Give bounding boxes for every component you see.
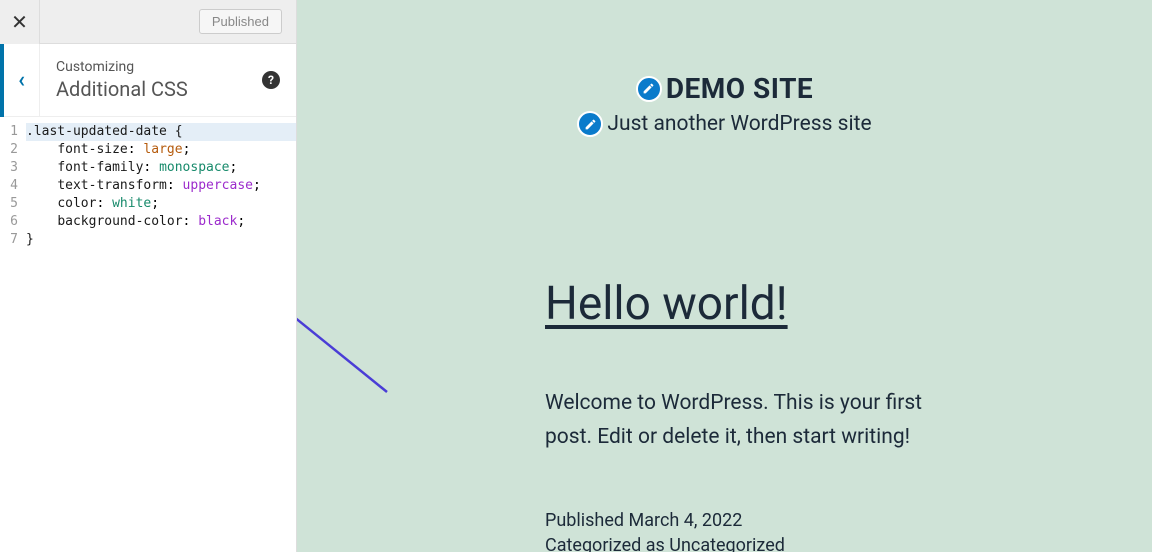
site-title[interactable]: DEMO SITE [666, 72, 813, 105]
line-number: 7 [0, 231, 18, 249]
category-line: Categorized as Uncategorized [545, 535, 937, 552]
section-name: Additional CSS [56, 77, 262, 101]
code-line[interactable]: text-transform: uppercase; [26, 177, 296, 195]
line-number: 3 [0, 159, 18, 177]
site-preview: DEMO SITE Just another WordPress site He… [297, 0, 1152, 552]
help-button[interactable]: ? [262, 71, 280, 89]
code-line[interactable]: background-color: black; [26, 213, 296, 231]
section-titles: Customizing Additional CSS [40, 59, 262, 101]
published-date: March 4, 2022 [629, 510, 743, 531]
published-button[interactable]: Published [199, 9, 282, 34]
line-number: 5 [0, 195, 18, 213]
category-link[interactable]: Uncategorized [669, 535, 785, 552]
line-number: 6 [0, 213, 18, 231]
post: Hello world! Welcome to WordPress. This … [297, 137, 937, 552]
post-meta: Published March 4, 2022 Categorized as U… [545, 510, 937, 552]
back-button[interactable]: ‹ [0, 44, 40, 117]
published-line: Published March 4, 2022 [545, 510, 937, 531]
line-number-gutter: 1234567 [0, 123, 26, 552]
site-tagline: Just another WordPress site [607, 112, 871, 136]
line-number: 2 [0, 141, 18, 159]
customizing-label: Customizing [56, 59, 262, 75]
published-prefix: Published [545, 510, 629, 531]
code-line[interactable]: .last-updated-date { [26, 123, 296, 141]
post-title[interactable]: Hello world! [545, 277, 937, 331]
edit-title-button[interactable] [636, 76, 662, 102]
line-number: 4 [0, 177, 18, 195]
categorized-prefix: Categorized as [545, 535, 669, 552]
code-line[interactable]: font-size: large; [26, 141, 296, 159]
site-header: DEMO SITE Just another WordPress site [297, 0, 1152, 137]
post-body: Welcome to WordPress. This is your first… [545, 387, 937, 454]
section-header: ‹ Customizing Additional CSS ? [0, 44, 296, 117]
help-icon: ? [268, 73, 274, 87]
line-number: 1 [0, 123, 18, 141]
code-line[interactable]: color: white; [26, 195, 296, 213]
chevron-left-icon: ‹ [18, 68, 25, 93]
close-icon: ✕ [11, 10, 28, 34]
code-content[interactable]: .last-updated-date { font-size: large; f… [26, 123, 296, 552]
pencil-icon [642, 82, 655, 95]
tagline-row: Just another WordPress site [577, 111, 871, 137]
edit-tagline-button[interactable] [577, 111, 603, 137]
pencil-icon [584, 118, 597, 131]
site-title-row: DEMO SITE [636, 72, 813, 105]
css-editor[interactable]: 1234567 .last-updated-date { font-size: … [0, 117, 296, 552]
code-line[interactable]: } [26, 231, 296, 249]
customizer-sidebar: ✕ Published ‹ Customizing Additional CSS… [0, 0, 297, 552]
close-button[interactable]: ✕ [0, 0, 40, 44]
customizer-topbar: ✕ Published [0, 0, 296, 44]
code-line[interactable]: font-family: monospace; [26, 159, 296, 177]
